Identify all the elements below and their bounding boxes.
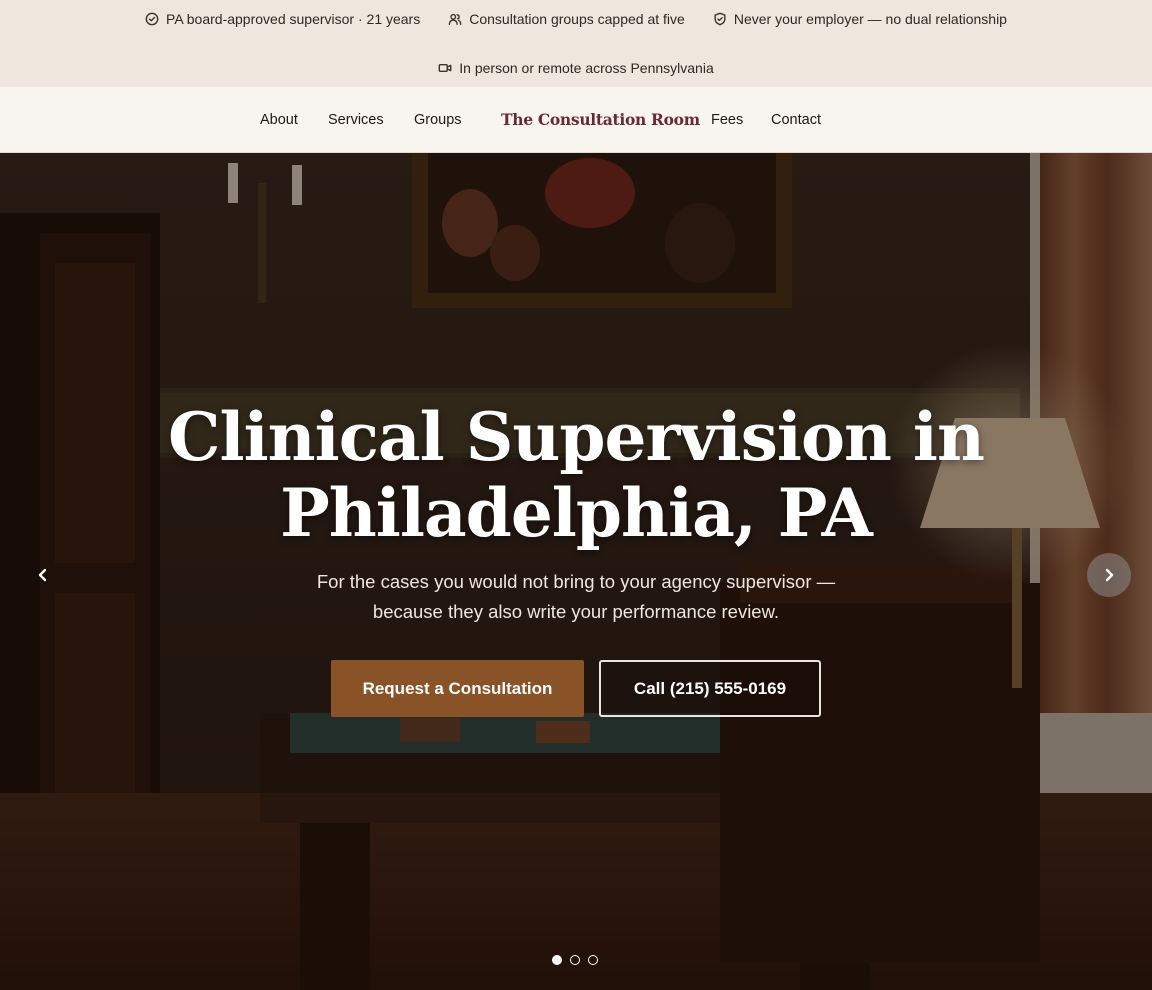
- hero-carousel: Clinical Supervision in Philadelphia, PA…: [0, 153, 1152, 990]
- hero-title: Clinical Supervision in Philadelphia, PA: [0, 399, 1152, 551]
- trust-item-label: PA board-approved supervisor · 21 years: [166, 10, 421, 27]
- request-consultation-button[interactable]: Request a Consultation: [331, 660, 584, 717]
- chevron-left-icon: [38, 568, 47, 582]
- trust-item-label: Consultation groups capped at five: [469, 10, 685, 27]
- trust-row: In person or remote across Pennsylvania: [0, 50, 1152, 86]
- nav-link-fees[interactable]: Fees: [711, 87, 743, 153]
- carousel-dot-2[interactable]: [570, 955, 580, 965]
- trust-item-no-dual-relationship: Never your employer — no dual relationsh…: [713, 11, 1007, 27]
- nav-link-groups[interactable]: Groups: [414, 87, 462, 153]
- main-nav: About Services Groups The Consultation R…: [0, 87, 1152, 153]
- users-icon: [448, 13, 462, 25]
- hero-subtitle-line: For the cases you would not bring to you…: [316, 571, 836, 592]
- hero-subtitle-line: because they also write your performance…: [372, 601, 780, 622]
- trust-item-label: Never your employer — no dual relationsh…: [733, 10, 1007, 27]
- hero-title-line: Philadelphia, PA: [280, 474, 873, 552]
- hero-title-line: Clinical Supervision in: [168, 398, 985, 476]
- carousel-dot-1[interactable]: [552, 955, 562, 965]
- trust-bar: PA board-approved supervisor · 21 years …: [0, 0, 1152, 87]
- carousel-dot-3[interactable]: [588, 955, 598, 965]
- trust-item-label: In person or remote across Pennsylvania: [459, 60, 714, 76]
- chevron-right-icon: [1105, 568, 1114, 582]
- hero-subtitle: For the cases you would not bring to you…: [0, 567, 1152, 627]
- carousel-dots: [552, 955, 598, 965]
- trust-item-remote: In person or remote across Pennsylvania: [438, 60, 714, 76]
- trust-row: PA board-approved supervisor · 21 years …: [0, 0, 1152, 37]
- brand-logo[interactable]: The Consultation Room: [501, 87, 700, 153]
- trust-item-groups: Consultation groups capped at five: [448, 11, 685, 27]
- carousel-next-button[interactable]: [1087, 553, 1131, 597]
- nav-link-contact[interactable]: Contact: [771, 87, 821, 153]
- carousel-prev-button[interactable]: [21, 553, 65, 597]
- check-circle-icon: [145, 12, 159, 25]
- video-icon: [438, 63, 452, 73]
- shield-check-icon: [714, 12, 726, 25]
- nav-link-about[interactable]: About: [260, 87, 298, 153]
- nav-link-services[interactable]: Services: [328, 87, 384, 153]
- trust-item-supervisor: PA board-approved supervisor · 21 years: [145, 11, 420, 27]
- call-phone-button[interactable]: Call (215) 555-0169: [599, 660, 821, 717]
